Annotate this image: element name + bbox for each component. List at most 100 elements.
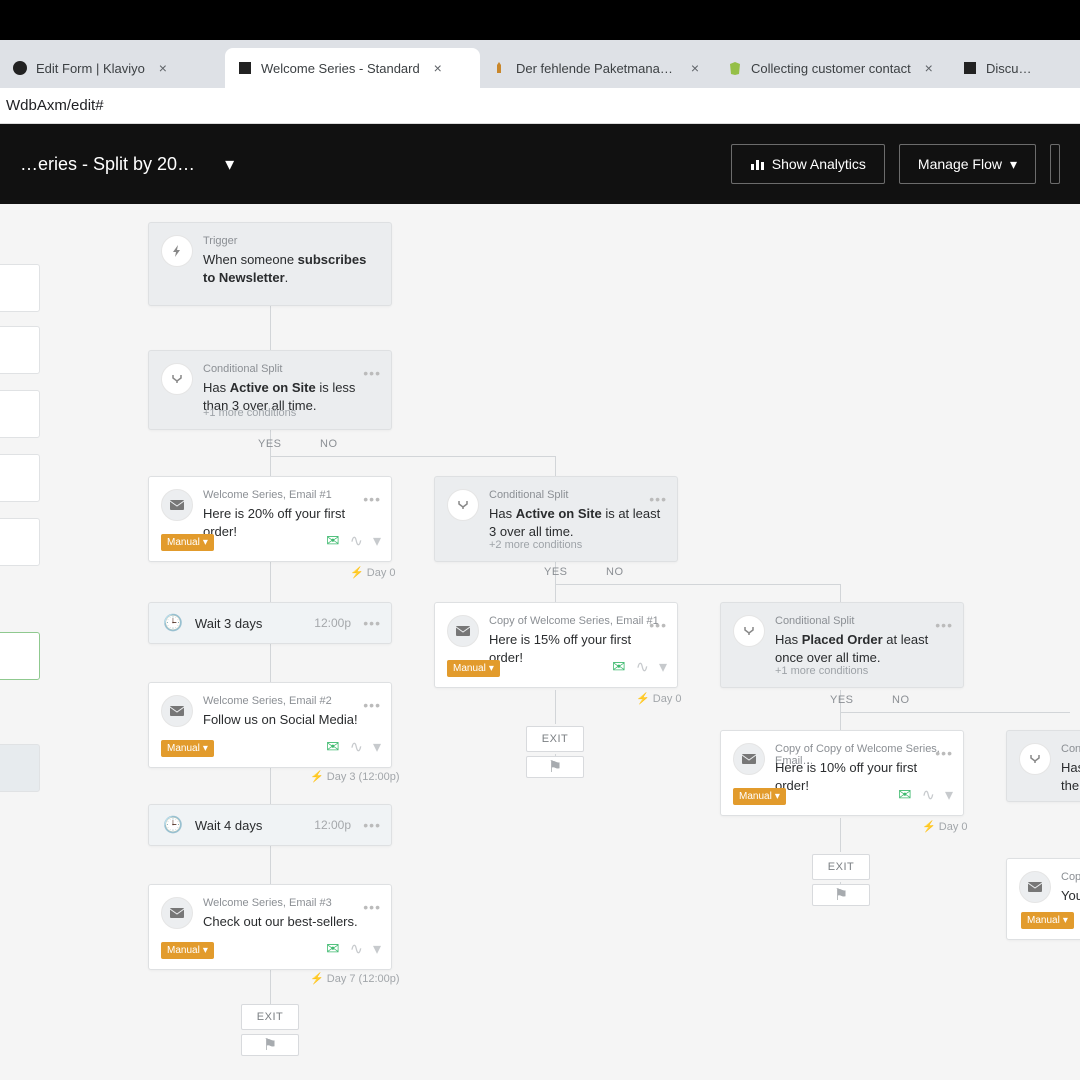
card-type: Copy of Welcome Series, Email #1 bbox=[489, 615, 659, 627]
trigger-card[interactable]: Trigger When someone subscribes to Newsl… bbox=[148, 222, 392, 306]
day-label: ⚡ Day 0 bbox=[636, 692, 682, 705]
email-icon bbox=[1019, 871, 1051, 903]
branch-label-yes: YES bbox=[544, 566, 568, 578]
wait-card[interactable]: 🕒 Wait 4 days 12:00p ••• bbox=[148, 804, 392, 846]
branch-icon bbox=[1019, 743, 1051, 775]
card-body: Has Active on Site is at least 3 over al… bbox=[489, 505, 665, 541]
email-card[interactable]: Welcome Series, Email #3 Check out our b… bbox=[148, 884, 392, 970]
status-badge[interactable]: Manual▾ bbox=[161, 534, 214, 551]
check-icon: ✉ bbox=[612, 657, 625, 677]
chevron-down-icon[interactable]: ▾ bbox=[225, 154, 234, 175]
status-badge[interactable]: Manual▾ bbox=[447, 660, 500, 677]
branch-label-no: NO bbox=[606, 566, 624, 578]
show-analytics-button[interactable]: Show Analytics bbox=[731, 144, 885, 184]
exit-node[interactable]: EXIT bbox=[812, 854, 870, 880]
conditional-split-card[interactable]: Conditi Has Plthe las bbox=[1006, 730, 1080, 802]
email-card[interactable]: Copy of Welcome Series, Email #1 Here is… bbox=[434, 602, 678, 688]
email-card[interactable]: Copy o You're Manual▾ bbox=[1006, 858, 1080, 940]
sidebar-item[interactable] bbox=[0, 518, 40, 566]
wait-text: Wait 3 days bbox=[195, 616, 262, 631]
email-icon bbox=[733, 743, 765, 775]
close-icon[interactable]: × bbox=[155, 60, 171, 76]
status-badge[interactable]: Manual▾ bbox=[161, 942, 214, 959]
more-icon[interactable]: ••• bbox=[363, 697, 381, 713]
exit-node[interactable]: EXIT bbox=[241, 1004, 299, 1030]
filter-icon: ▾ bbox=[373, 939, 381, 959]
activity-icon: ∿ bbox=[922, 785, 935, 805]
conditional-split-card[interactable]: Conditional Split Has Placed Order at le… bbox=[720, 602, 964, 688]
card-extra: +1 more conditions bbox=[203, 407, 296, 419]
wait-time: 12:00p bbox=[314, 818, 351, 832]
branch-label-no: NO bbox=[892, 694, 910, 706]
filter-icon: ▾ bbox=[659, 657, 667, 677]
card-type: Conditi bbox=[1061, 743, 1080, 755]
url-bar[interactable]: WdbAxm/edit# bbox=[0, 88, 1080, 124]
email-card[interactable]: Welcome Series, Email #2 Follow us on So… bbox=[148, 682, 392, 768]
conditional-split-card[interactable]: Conditional Split Has Active on Site is … bbox=[434, 476, 678, 562]
wait-text: Wait 4 days bbox=[195, 818, 262, 833]
card-body: Has Placed Order at least once over all … bbox=[775, 631, 951, 667]
close-icon[interactable]: × bbox=[921, 60, 937, 76]
day-label: ⚡ Day 0 bbox=[350, 566, 396, 579]
day-label: ⚡ Day 0 bbox=[922, 820, 968, 833]
chevron-down-icon: ▾ bbox=[1010, 156, 1017, 173]
flag-node[interactable]: ⚑ bbox=[812, 884, 870, 906]
flow-title[interactable]: …eries - Split by 20… ▾ bbox=[20, 154, 234, 175]
manage-flow-button[interactable]: Manage Flow ▾ bbox=[899, 144, 1036, 184]
more-icon[interactable]: ••• bbox=[363, 817, 381, 833]
klaviyo-icon bbox=[237, 60, 253, 76]
more-icon[interactable]: ••• bbox=[649, 617, 667, 633]
more-icon[interactable]: ••• bbox=[935, 617, 953, 633]
more-icon[interactable]: ••• bbox=[363, 899, 381, 915]
email-card[interactable]: Welcome Series, Email #1 Here is 20% off… bbox=[148, 476, 392, 562]
more-icon[interactable]: ••• bbox=[363, 615, 381, 631]
card-extra: +2 more conditions bbox=[489, 539, 582, 551]
status-badge[interactable]: Manual▾ bbox=[733, 788, 786, 805]
email-card[interactable]: Copy of Copy of Welcome Series, Email… H… bbox=[720, 730, 964, 816]
overflow-button[interactable] bbox=[1050, 144, 1060, 184]
branch-icon bbox=[733, 615, 765, 647]
sidebar-item[interactable] bbox=[0, 744, 40, 792]
card-body: Has Plthe las bbox=[1061, 759, 1080, 795]
close-icon[interactable]: × bbox=[430, 60, 446, 76]
card-type: Conditional Split bbox=[489, 489, 569, 501]
activity-icon: ∿ bbox=[350, 939, 363, 959]
email-icon bbox=[447, 615, 479, 647]
flag-node[interactable]: ⚑ bbox=[241, 1034, 299, 1056]
exit-node[interactable]: EXIT bbox=[526, 726, 584, 752]
conditional-split-card[interactable]: Conditional Split Has Active on Site is … bbox=[148, 350, 392, 430]
branch-label-no: NO bbox=[320, 438, 338, 450]
browser-tab[interactable]: Edit Form | Klaviyo × bbox=[0, 48, 225, 88]
day-label: ⚡ Day 3 (12:00p) bbox=[310, 770, 400, 783]
sidebar-item[interactable] bbox=[0, 454, 40, 502]
status-badge[interactable]: Manual▾ bbox=[161, 740, 214, 757]
browser-tab[interactable]: Discussio bbox=[950, 48, 1050, 88]
browser-tab[interactable]: Collecting customer contact × bbox=[715, 48, 950, 88]
card-type: Conditional Split bbox=[775, 615, 855, 627]
sidebar-item[interactable] bbox=[0, 326, 40, 374]
shopify-icon bbox=[727, 60, 743, 76]
flag-node[interactable]: ⚑ bbox=[526, 756, 584, 778]
filter-icon: ▾ bbox=[945, 785, 953, 805]
sidebar-item[interactable] bbox=[0, 264, 40, 312]
check-icon: ✉ bbox=[326, 939, 339, 959]
sidebar-item[interactable] bbox=[0, 390, 40, 438]
more-icon[interactable]: ••• bbox=[649, 491, 667, 507]
card-status-icons: ✉∿▾ bbox=[898, 785, 953, 805]
homebrew-icon bbox=[492, 60, 508, 76]
clock-icon: 🕒 bbox=[163, 815, 183, 835]
more-icon[interactable]: ••• bbox=[363, 491, 381, 507]
status-badge[interactable]: Manual▾ bbox=[1021, 912, 1074, 929]
close-icon[interactable]: × bbox=[687, 60, 703, 76]
wait-card[interactable]: 🕒 Wait 3 days 12:00p ••• bbox=[148, 602, 392, 644]
branch-label-yes: YES bbox=[258, 438, 282, 450]
flow-canvas[interactable]: YES NO YES NO YES NO Trigger When someon… bbox=[0, 204, 1080, 1080]
branch-icon bbox=[447, 489, 479, 521]
more-icon[interactable]: ••• bbox=[363, 365, 381, 381]
browser-tab[interactable]: Der fehlende Paketmanager × bbox=[480, 48, 715, 88]
browser-tab[interactable]: Welcome Series - Standard × bbox=[225, 48, 480, 88]
email-icon bbox=[161, 489, 193, 521]
sidebar-item[interactable] bbox=[0, 632, 40, 680]
more-icon[interactable]: ••• bbox=[935, 745, 953, 761]
browser-tabstrip: Edit Form | Klaviyo × Welcome Series - S… bbox=[0, 40, 1080, 88]
